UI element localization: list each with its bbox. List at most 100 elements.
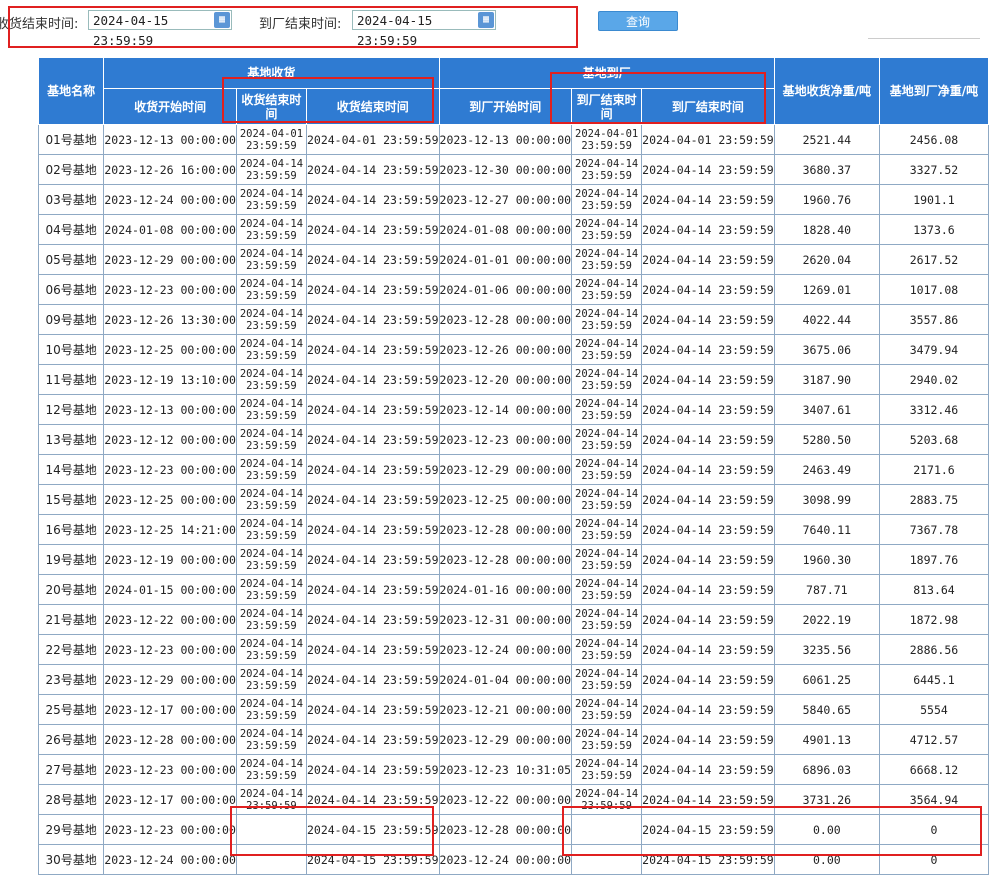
- cell-arrival-net-weight: 1872.98: [878, 604, 989, 635]
- cell-arrival-end-a: 2024-04-14 23:59:59: [571, 244, 643, 275]
- cell-receipt-start: 2023-12-19 00:00:00: [103, 544, 237, 575]
- cell-receipt-net-weight: 2620.04: [773, 244, 880, 275]
- cell-receipt-end-a: 2024-04-01 23:59:59: [235, 124, 307, 155]
- cell-receipt-start: 2023-12-19 13:10:00: [103, 364, 237, 395]
- cell-receipt-end-a: 2024-04-14 23:59:59: [235, 364, 307, 395]
- cell-base-name: 12号基地: [37, 394, 105, 425]
- cell-arrival-start: 2023-12-23 00:00:00: [438, 424, 573, 455]
- cell-receipt-start: 2023-12-24 00:00:00: [103, 844, 237, 875]
- cell-receipt-net-weight: 3680.37: [773, 154, 880, 185]
- header-arrival-end-b: 到厂结束时间: [641, 88, 775, 125]
- cell-receipt-net-weight: 5840.65: [773, 694, 880, 725]
- cell-receipt-end-a: 2024-04-14 23:59:59: [235, 724, 307, 755]
- calendar-icon[interactable]: ▦: [478, 12, 494, 28]
- cell-base-name: 16号基地: [37, 514, 105, 545]
- cell-receipt-start: 2023-12-22 00:00:00: [103, 604, 237, 635]
- cell-receipt-start: 2023-12-17 00:00:00: [103, 694, 237, 725]
- cell-arrival-start: 2023-12-14 00:00:00: [438, 394, 573, 425]
- cell-arrival-end-b: 2024-04-14 23:59:59: [641, 544, 775, 575]
- cell-receipt-net-weight: 6896.03: [773, 754, 880, 785]
- cell-receipt-start: 2023-12-23 00:00:00: [103, 274, 237, 305]
- cell-receipt-end-b: 2024-04-14 23:59:59: [305, 484, 440, 515]
- cell-receipt-start: 2024-01-15 00:00:00: [103, 574, 237, 605]
- cell-arrival-end-a: 2024-04-14 23:59:59: [571, 154, 643, 185]
- factory-end-time-value: 2024-04-15 23:59:59: [357, 13, 433, 48]
- cell-arrival-net-weight: 2171.6: [878, 454, 989, 485]
- cell-arrival-net-weight: 1901.1: [878, 184, 989, 215]
- cell-receipt-end-b: 2024-04-14 23:59:59: [305, 694, 440, 725]
- cell-receipt-net-weight: 1828.40: [773, 214, 880, 245]
- table-row: 27号基地 2023-12-23 00:00:00 2024-04-14 23:59…: [37, 754, 989, 785]
- cell-arrival-net-weight: 2940.02: [878, 364, 989, 395]
- cell-arrival-net-weight: 5554: [878, 694, 989, 725]
- cell-arrival-end-b: 2024-04-14 23:59:59: [641, 634, 775, 665]
- table-row: 25号基地 2023-12-17 00:00:00 2024-04-14 23:59…: [37, 694, 989, 725]
- cell-arrival-end-a: 2024-04-14 23:59:59: [571, 184, 643, 215]
- cell-arrival-end-a: [571, 814, 643, 845]
- cell-arrival-net-weight: 3312.46: [878, 394, 989, 425]
- cell-arrival-end-b: 2024-04-14 23:59:59: [641, 694, 775, 725]
- cell-arrival-net-weight: 6445.1: [878, 664, 989, 695]
- cell-base-name: 27号基地: [37, 754, 105, 785]
- table-row: 28号基地 2023-12-17 00:00:00 2024-04-14 23:59…: [37, 784, 989, 815]
- cell-receipt-net-weight: 3407.61: [773, 394, 880, 425]
- cell-receipt-end-b: 2024-04-14 23:59:59: [305, 754, 440, 785]
- cell-arrival-end-a: 2024-04-14 23:59:59: [571, 574, 643, 605]
- cell-receipt-net-weight: 1960.30: [773, 544, 880, 575]
- cell-arrival-start: 2023-12-29 00:00:00: [438, 724, 573, 755]
- cell-arrival-end-a: 2024-04-14 23:59:59: [571, 514, 643, 545]
- cell-arrival-start: 2023-12-26 00:00:00: [438, 334, 573, 365]
- table-row: 22号基地 2023-12-23 00:00:00 2024-04-14 23:59…: [37, 634, 989, 665]
- cell-arrival-end-a: 2024-04-14 23:59:59: [571, 274, 643, 305]
- cell-receipt-end-b: 2024-04-14 23:59:59: [305, 184, 440, 215]
- calendar-icon[interactable]: ▦: [214, 12, 230, 28]
- header-receipt-end-b: 收货结束时间: [305, 88, 440, 125]
- cell-receipt-end-a: 2024-04-14 23:59:59: [235, 694, 307, 725]
- cell-receipt-start: 2023-12-12 00:00:00: [103, 424, 237, 455]
- receipt-end-time-input[interactable]: 2024-04-15 23:59:59 ▦: [88, 10, 232, 48]
- cell-receipt-end-b: 2024-04-14 23:59:59: [305, 274, 440, 305]
- cell-arrival-end-b: 2024-04-14 23:59:59: [641, 484, 775, 515]
- cell-receipt-end-b: 2024-04-14 23:59:59: [305, 724, 440, 755]
- cell-arrival-net-weight: 2886.56: [878, 634, 989, 665]
- cell-receipt-end-a: 2024-04-14 23:59:59: [235, 274, 307, 305]
- cell-base-name: 15号基地: [37, 484, 105, 515]
- cell-arrival-end-b: 2024-04-14 23:59:59: [641, 664, 775, 695]
- cell-receipt-net-weight: 1960.76: [773, 184, 880, 215]
- cell-arrival-end-b: 2024-04-14 23:59:59: [641, 754, 775, 785]
- cell-base-name: 30号基地: [37, 844, 105, 875]
- header-receipt-end-a: 收货结束时间: [235, 88, 307, 125]
- cell-receipt-net-weight: 0.00: [773, 814, 880, 845]
- cell-arrival-end-b: 2024-04-15 23:59:59: [641, 814, 775, 845]
- header-arrival-net-weight: 基地到厂净重/吨: [878, 57, 989, 125]
- cell-receipt-end-b: 2024-04-14 23:59:59: [305, 574, 440, 605]
- cell-receipt-end-a: 2024-04-14 23:59:59: [235, 184, 307, 215]
- cell-arrival-start: 2023-12-30 00:00:00: [438, 154, 573, 185]
- cell-receipt-end-a: 2024-04-14 23:59:59: [235, 754, 307, 785]
- header-group-receipt: 基地收货: [103, 57, 440, 89]
- cell-arrival-end-a: 2024-04-14 23:59:59: [571, 664, 643, 695]
- cell-receipt-net-weight: 3235.56: [773, 634, 880, 665]
- cell-receipt-net-weight: 2022.19: [773, 604, 880, 635]
- cell-receipt-net-weight: 2463.49: [773, 454, 880, 485]
- query-button[interactable]: 查询: [598, 11, 678, 31]
- cell-receipt-end-b: 2024-04-14 23:59:59: [305, 364, 440, 395]
- cell-arrival-end-b: 2024-04-14 23:59:59: [641, 514, 775, 545]
- cell-arrival-start: 2023-12-31 00:00:00: [438, 604, 573, 635]
- cell-receipt-end-a: [235, 814, 307, 845]
- cell-receipt-end-b: 2024-04-14 23:59:59: [305, 604, 440, 635]
- header-receipt-net-weight: 基地收货净重/吨: [773, 57, 880, 125]
- cell-arrival-net-weight: 1373.6: [878, 214, 989, 245]
- cell-base-name: 21号基地: [37, 604, 105, 635]
- cell-receipt-net-weight: 3187.90: [773, 364, 880, 395]
- cell-arrival-end-b: 2024-04-14 23:59:59: [641, 304, 775, 335]
- cell-arrival-end-a: 2024-04-14 23:59:59: [571, 214, 643, 245]
- cell-receipt-net-weight: 3731.26: [773, 784, 880, 815]
- factory-end-time-input[interactable]: 2024-04-15 23:59:59 ▦: [352, 10, 496, 48]
- cell-receipt-start: 2023-12-23 00:00:00: [103, 814, 237, 845]
- cell-receipt-net-weight: 0.00: [773, 844, 880, 875]
- cell-receipt-start: 2023-12-24 00:00:00: [103, 184, 237, 215]
- cell-receipt-net-weight: 3098.99: [773, 484, 880, 515]
- cell-receipt-end-a: 2024-04-14 23:59:59: [235, 424, 307, 455]
- cell-arrival-end-a: 2024-04-14 23:59:59: [571, 484, 643, 515]
